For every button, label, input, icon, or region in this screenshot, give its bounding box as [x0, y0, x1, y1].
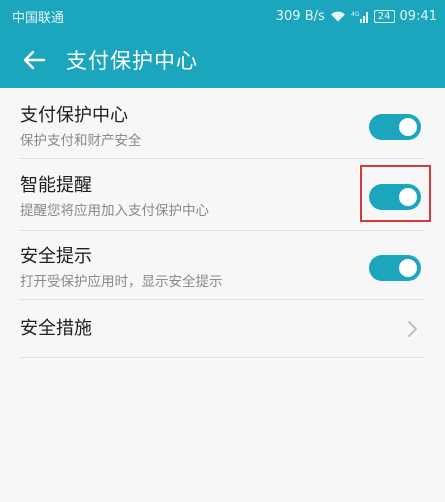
setting-title: 支付保护中心 — [20, 104, 128, 126]
setting-security-measures[interactable]: 安全措施 — [20, 300, 424, 357]
divider — [20, 230, 424, 231]
setting-title: 安全提示 — [20, 245, 92, 267]
wifi-icon — [330, 10, 346, 22]
svg-text:4G: 4G — [351, 11, 360, 18]
signal-icon: 4G — [351, 10, 369, 23]
chevron-right-icon — [408, 320, 417, 337]
setting-subtitle: 保护支付和财产安全 — [20, 132, 142, 149]
status-indicators: 309 B/s 4G 24 09:41 — [276, 9, 437, 24]
toggle-knob — [399, 259, 417, 277]
settings-list: 支付保护中心 保护支付和财产安全 智能提醒 提醒您将应用加入支付保护中心 安全提… — [0, 88, 445, 502]
setting-security-tip: 安全提示 打开受保护应用时，显示安全提示 — [20, 243, 424, 293]
battery-level: 24 — [377, 10, 391, 22]
setting-subtitle: 打开受保护应用时，显示安全提示 — [20, 273, 223, 290]
setting-title: 安全措施 — [20, 317, 92, 339]
divider — [20, 158, 424, 159]
back-button[interactable] — [10, 32, 58, 88]
arrow-left-icon — [23, 50, 46, 70]
battery-icon: 24 — [373, 9, 395, 23]
status-bar: 中国联通 309 B/s 4G 24 09:41 — [0, 0, 445, 32]
setting-payment-protection: 支付保护中心 保护支付和财产安全 — [20, 102, 424, 152]
highlight-box — [360, 165, 431, 222]
carrier-label: 中国联通 — [12, 10, 65, 26]
clock: 09:41 — [399, 8, 437, 24]
security-tip-toggle[interactable] — [369, 255, 421, 281]
divider — [20, 357, 424, 358]
payment-protection-toggle[interactable] — [369, 114, 421, 140]
app-bar: 支付保护中心 — [0, 32, 445, 88]
page-title: 支付保护中心 — [66, 49, 198, 73]
toggle-knob — [399, 118, 417, 136]
network-speed: 309 B/s — [275, 8, 325, 24]
